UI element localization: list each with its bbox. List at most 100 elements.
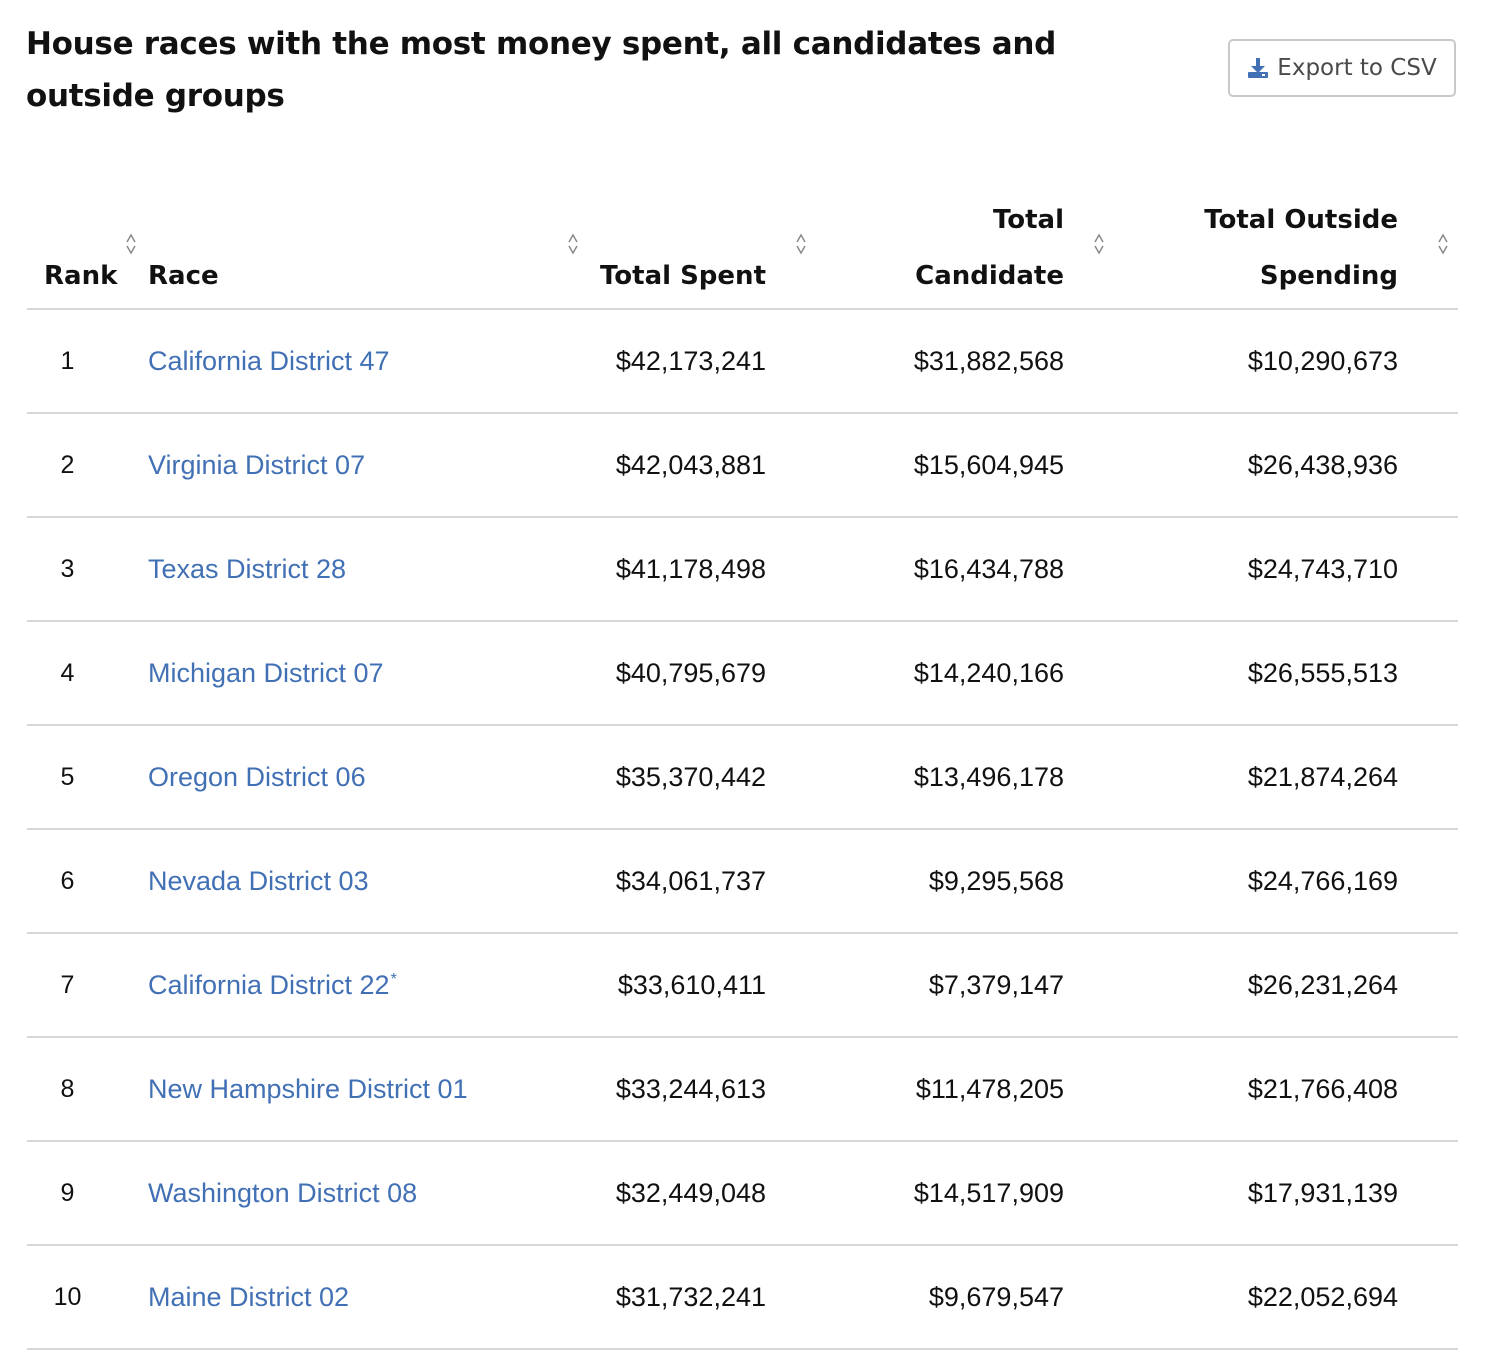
sort-icon[interactable] xyxy=(795,232,807,256)
race-name: California District 22 xyxy=(148,969,390,1000)
total-candidate-cell: $16,434,788 xyxy=(839,517,1094,622)
rank-cell: 9 xyxy=(27,1141,148,1246)
race-name: Oregon District 06 xyxy=(148,761,366,792)
race-link[interactable]: New Hampshire District 01 xyxy=(148,1074,469,1104)
table-row: 8 New Hampshire District 01 $33,244,613 … xyxy=(27,1037,1458,1142)
race-link[interactable]: Michigan District 07 xyxy=(148,658,385,688)
race-cell: Texas District 28 xyxy=(148,517,469,622)
total-spent-cell: $34,061,737 xyxy=(469,829,839,934)
table-row: 2 Virginia District 07 $42,043,881 $15,6… xyxy=(27,413,1458,518)
race-cell: Oregon District 06 xyxy=(148,725,469,830)
race-name: California District 47 xyxy=(148,345,390,376)
total-spent-cell: $41,178,498 xyxy=(469,517,839,622)
table-row: 6 Nevada District 03 $34,061,737 $9,295,… xyxy=(27,829,1458,934)
sort-icon[interactable] xyxy=(125,232,137,256)
total-outside-cell: $26,555,513 xyxy=(1094,621,1458,726)
header-rank-label: Rank xyxy=(44,261,118,291)
table-row: 9 Washington District 08 $32,449,048 $14… xyxy=(27,1141,1458,1246)
header-total-candidate-label-2: Candidate xyxy=(915,261,1064,291)
table-row: 3 Texas District 28 $41,178,498 $16,434,… xyxy=(27,517,1458,622)
race-cell: Washington District 08 xyxy=(148,1141,469,1246)
export-csv-button[interactable]: Export to CSV xyxy=(1228,39,1456,97)
header-rank[interactable]: Rank xyxy=(27,192,148,310)
total-outside-cell: $21,874,264 xyxy=(1094,725,1458,830)
rank-cell: 4 xyxy=(27,621,148,726)
race-cell: California District 47 xyxy=(148,309,469,414)
total-spent-cell: $33,610,411 xyxy=(469,933,839,1038)
total-candidate-cell: $14,240,166 xyxy=(839,621,1094,726)
race-name: Texas District 28 xyxy=(148,553,347,584)
race-link[interactable]: Virginia District 07 xyxy=(148,450,366,480)
race-name: Maine District 02 xyxy=(148,1281,350,1312)
table-row: 7 California District 22* $33,610,411 $7… xyxy=(27,933,1458,1038)
total-candidate-cell: $14,517,909 xyxy=(839,1141,1094,1246)
race-cell: Virginia District 07 xyxy=(148,413,469,518)
total-spent-cell: $32,449,048 xyxy=(469,1141,839,1246)
rank-cell: 5 xyxy=(27,725,148,830)
total-spent-cell: $31,732,241 xyxy=(469,1245,839,1350)
header-total-candidate[interactable]: Total Candidate xyxy=(839,192,1104,310)
rank-cell: 3 xyxy=(27,517,148,622)
total-outside-cell: $24,766,169 xyxy=(1094,829,1458,934)
table-row: 1 California District 47 $42,173,241 $31… xyxy=(27,309,1458,414)
rank-cell: 6 xyxy=(27,829,148,934)
race-name: New Hampshire District 01 xyxy=(148,1073,468,1104)
total-spent-cell: $42,173,241 xyxy=(469,309,839,414)
download-icon xyxy=(1248,58,1269,78)
total-candidate-cell: $31,882,568 xyxy=(839,309,1094,414)
race-footnote-mark: * xyxy=(390,970,397,988)
export-csv-label: Export to CSV xyxy=(1277,55,1437,81)
rank-cell: 1 xyxy=(27,309,148,414)
race-cell: California District 22* xyxy=(148,933,469,1038)
total-candidate-cell: $9,295,568 xyxy=(839,829,1094,934)
race-cell: Michigan District 07 xyxy=(148,621,469,726)
table-row: 10 Maine District 02 $31,732,241 $9,679,… xyxy=(27,1245,1458,1350)
table-row: 4 Michigan District 07 $40,795,679 $14,2… xyxy=(27,621,1458,726)
rank-cell: 8 xyxy=(27,1037,148,1142)
total-outside-cell: $10,290,673 xyxy=(1094,309,1458,414)
total-outside-cell: $26,438,936 xyxy=(1094,413,1458,518)
header-total-spent-label: Total Spent xyxy=(600,261,766,291)
header-race-label: Race xyxy=(148,261,219,291)
total-outside-cell: $21,766,408 xyxy=(1094,1037,1458,1142)
race-name: Washington District 08 xyxy=(148,1177,418,1208)
race-cell: Nevada District 03 xyxy=(148,829,469,934)
header-total-outside[interactable]: Total Outside Spending xyxy=(1094,192,1458,310)
race-name: Virginia District 07 xyxy=(148,449,366,480)
race-link[interactable]: California District 47 xyxy=(148,346,391,376)
rank-cell: 7 xyxy=(27,933,148,1038)
header-race[interactable]: Race xyxy=(148,192,578,310)
race-link[interactable]: Washington District 08 xyxy=(148,1178,418,1208)
race-name: Michigan District 07 xyxy=(148,657,384,688)
total-candidate-cell: $9,679,547 xyxy=(839,1245,1094,1350)
total-spent-cell: $40,795,679 xyxy=(469,621,839,726)
table-header-row: Rank Race Total Spent Total Candidate To… xyxy=(27,192,1458,310)
table-row: 5 Oregon District 06 $35,370,442 $13,496… xyxy=(27,725,1458,830)
race-cell: Maine District 02 xyxy=(148,1245,469,1350)
header-total-candidate-label-1: Total xyxy=(992,205,1064,235)
rank-cell: 2 xyxy=(27,413,148,518)
total-spent-cell: $33,244,613 xyxy=(469,1037,839,1142)
total-candidate-cell: $13,496,178 xyxy=(839,725,1094,830)
header-total-outside-label-1: Total Outside xyxy=(1204,205,1398,235)
race-link[interactable]: Oregon District 06 xyxy=(148,762,367,792)
total-candidate-cell: $11,478,205 xyxy=(839,1037,1094,1142)
total-spent-cell: $35,370,442 xyxy=(469,725,839,830)
total-outside-cell: $22,052,694 xyxy=(1094,1245,1458,1350)
total-candidate-cell: $7,379,147 xyxy=(839,933,1094,1038)
rank-cell: 10 xyxy=(27,1245,148,1350)
page-title: House races with the most money spent, a… xyxy=(26,26,1056,114)
race-cell: New Hampshire District 01 xyxy=(148,1037,469,1142)
header-total-spent[interactable]: Total Spent xyxy=(469,192,839,310)
race-link[interactable]: Texas District 28 xyxy=(148,554,347,584)
sort-icon[interactable] xyxy=(1437,232,1449,256)
total-outside-cell: $17,931,139 xyxy=(1094,1141,1458,1246)
race-link[interactable]: California District 22* xyxy=(148,970,397,1000)
header-total-outside-label-2: Spending xyxy=(1259,261,1398,291)
race-link[interactable]: Maine District 02 xyxy=(148,1282,350,1312)
race-name: Nevada District 03 xyxy=(148,865,369,896)
race-link[interactable]: Nevada District 03 xyxy=(148,866,370,896)
total-outside-cell: $24,743,710 xyxy=(1094,517,1458,622)
total-candidate-cell: $15,604,945 xyxy=(839,413,1094,518)
total-outside-cell: $26,231,264 xyxy=(1094,933,1458,1038)
